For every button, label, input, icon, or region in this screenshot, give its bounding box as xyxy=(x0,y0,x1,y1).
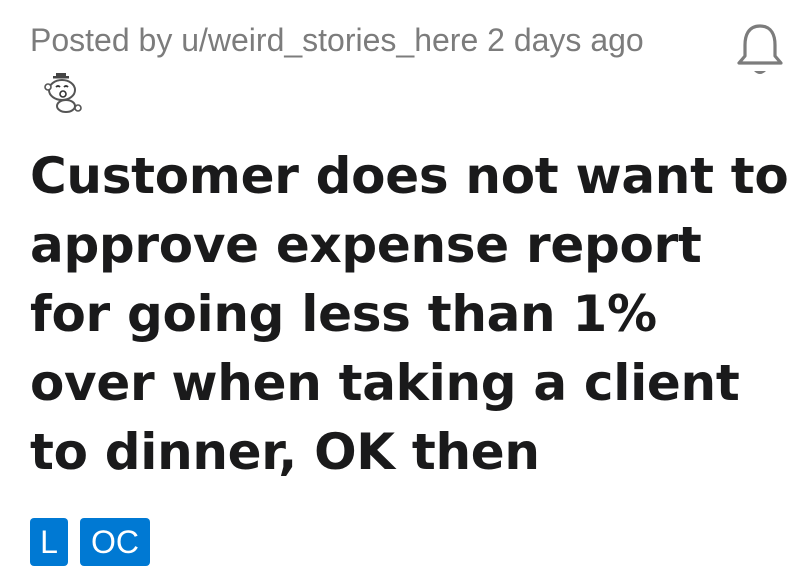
posted-by-label: Posted by xyxy=(30,22,182,58)
post-meta: Posted by u/weird_stories_here 2 days ag… xyxy=(30,20,644,60)
bell-icon[interactable] xyxy=(732,16,788,80)
post-title[interactable]: Customer does not want to approve expens… xyxy=(30,142,790,487)
post-timestamp: 2 days ago xyxy=(478,22,644,58)
snoo-avatar-icon[interactable] xyxy=(40,68,88,116)
reddit-post: Posted by u/weird_stories_here 2 days ag… xyxy=(0,0,800,580)
flair-list: L OC xyxy=(30,518,150,566)
flair-tag-l[interactable]: L xyxy=(30,518,68,566)
flair-tag-oc[interactable]: OC xyxy=(80,518,150,566)
username-link[interactable]: u/weird_stories_here xyxy=(181,22,478,58)
